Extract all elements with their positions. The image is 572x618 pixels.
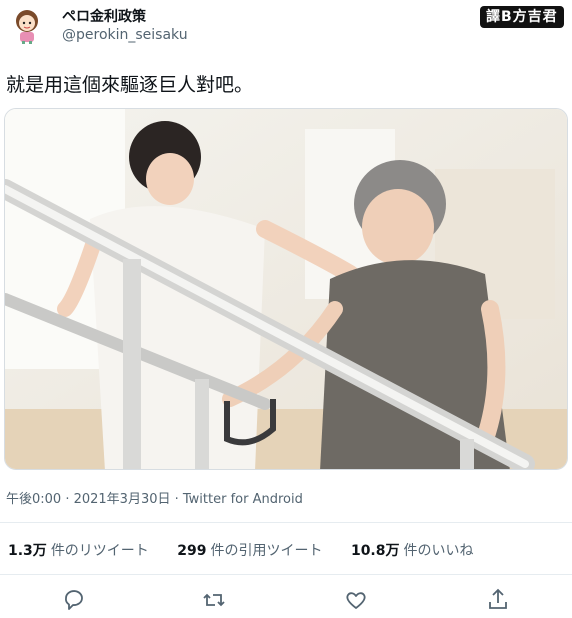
retweets-stat[interactable]: 1.3万 件のリツイート	[8, 540, 149, 560]
quotes-label: 件の引用ツイート	[210, 543, 323, 559]
retweet-icon[interactable]	[200, 586, 228, 614]
retweets-count: 1.3万	[8, 543, 47, 559]
user-handle[interactable]: @perokin_seisaku	[62, 27, 188, 43]
tweet-stats: 1.3万 件のリツイート 299 件の引用ツイート 10.8万 件のいいね	[8, 540, 498, 560]
likes-stat[interactable]: 10.8万 件のいいね	[351, 540, 474, 560]
tweet-photo[interactable]	[4, 108, 568, 470]
tweet-meta: 午後0:00 · 2021年3月30日 · Twitter for Androi…	[6, 492, 303, 507]
share-icon[interactable]	[484, 586, 512, 614]
quotes-count: 299	[177, 543, 207, 559]
photo-illustration	[5, 109, 567, 469]
watermark-badge: 譯B方吉君	[480, 6, 564, 28]
likes-label: 件のいいね	[403, 543, 474, 559]
display-name[interactable]: ペロ金利政策	[62, 6, 146, 26]
avatar[interactable]	[10, 8, 44, 44]
reply-icon[interactable]	[60, 586, 88, 614]
tweet-text: 就是用這個來驅逐巨人對吧。	[6, 74, 254, 96]
like-icon[interactable]	[342, 586, 370, 614]
action-bar	[0, 586, 572, 614]
quotes-stat[interactable]: 299 件の引用ツイート	[177, 540, 322, 560]
divider-top	[0, 522, 572, 523]
divider-bottom	[0, 574, 572, 575]
avatar-illustration	[16, 10, 38, 44]
retweets-label: 件のリツイート	[50, 543, 149, 559]
likes-count: 10.8万	[350, 543, 400, 559]
